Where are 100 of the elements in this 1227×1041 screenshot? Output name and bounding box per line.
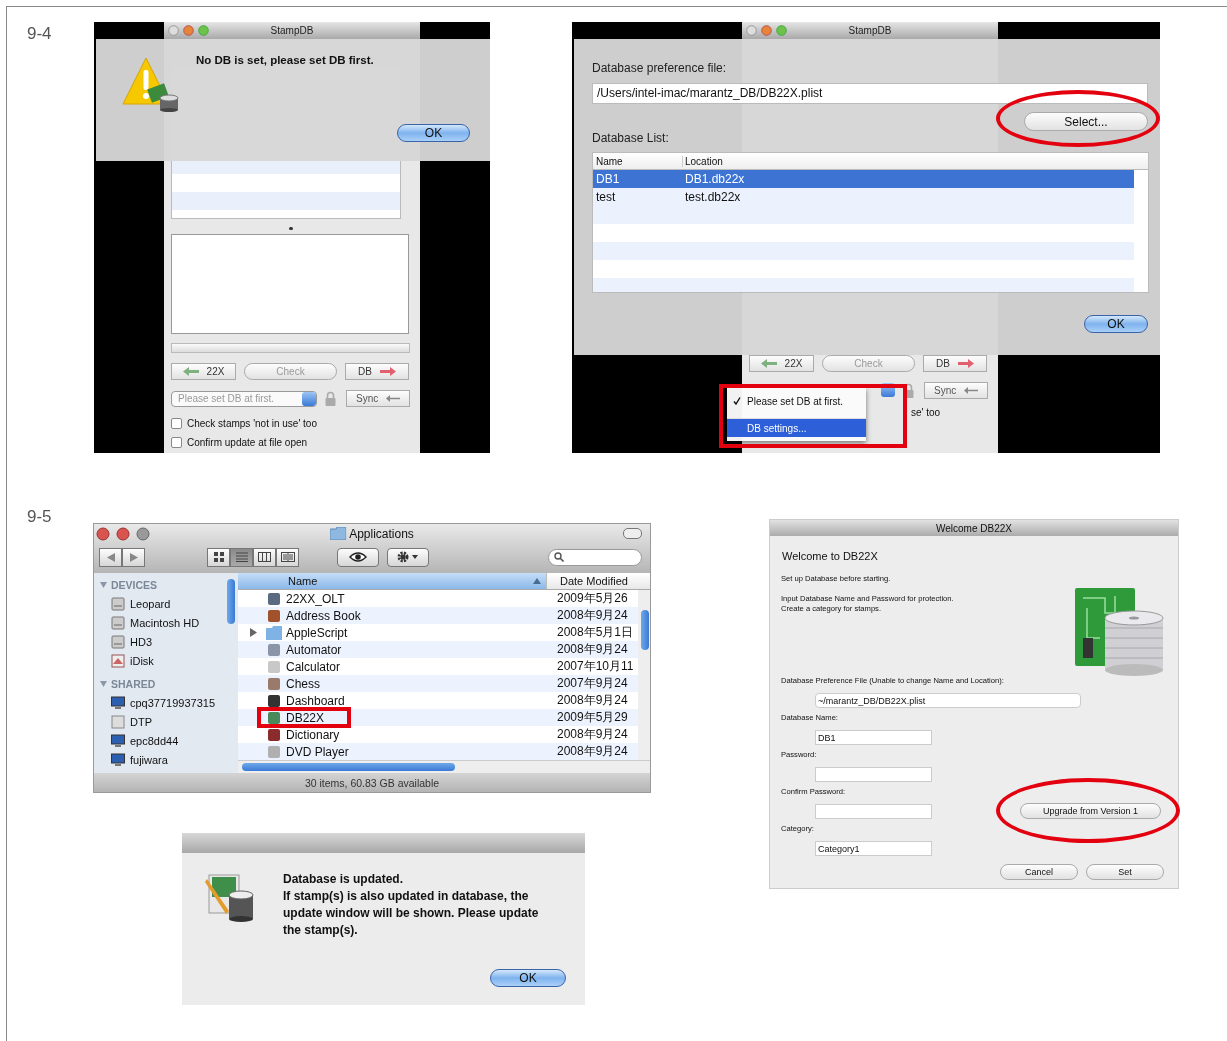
file-name[interactable]: 22XX_OLT bbox=[286, 591, 544, 606]
sidebar-item[interactable]: iDisk bbox=[94, 651, 224, 670]
file-name[interactable]: DB22X bbox=[286, 710, 544, 725]
column-header[interactable]: Location bbox=[683, 155, 723, 167]
table-cell-text: 2007年9月24 bbox=[556, 675, 629, 692]
toolbar-button[interactable]: DB bbox=[923, 355, 987, 372]
checkbox[interactable]: Check stamps 'not in use' too bbox=[171, 416, 410, 431]
left-arrow-icon bbox=[964, 387, 979, 394]
file-row[interactable]: Dictionary 2008年9月24 bbox=[238, 726, 638, 743]
app-icon bbox=[266, 710, 282, 725]
menu-item[interactable]: DB settings... bbox=[727, 418, 866, 437]
view-button[interactable] bbox=[253, 547, 276, 567]
column-header[interactable]: Name bbox=[238, 573, 546, 589]
file-row[interactable]: Address Book 2008年9月24 bbox=[238, 607, 638, 624]
splitter-handle[interactable] bbox=[288, 227, 293, 230]
app-icon bbox=[266, 591, 282, 606]
select-button[interactable]: Select... bbox=[1024, 112, 1148, 131]
file-row[interactable]: Chess 2007年9月24 bbox=[238, 675, 638, 692]
window-controls-icon[interactable] bbox=[168, 25, 212, 36]
scrollbar[interactable] bbox=[224, 573, 238, 773]
disclosure-triangle-icon[interactable] bbox=[100, 681, 107, 687]
status-text: 30 items, 60.83 GB available bbox=[304, 776, 440, 789]
back-button[interactable] bbox=[99, 547, 122, 567]
sidebar-item[interactable]: Leopard bbox=[94, 594, 224, 613]
figure-label: 9-4 bbox=[26, 23, 53, 45]
sidebar-item[interactable]: epc8dd44 bbox=[94, 731, 224, 750]
ok-button[interactable]: OK bbox=[490, 969, 566, 987]
file-name[interactable]: Dictionary bbox=[286, 727, 544, 742]
checkbox[interactable]: Confirm update at file open bbox=[171, 435, 410, 450]
sidebar-item[interactable]: DTP bbox=[94, 712, 224, 731]
toolbar-button[interactable]: 22X bbox=[749, 355, 814, 372]
cover-flow-icon bbox=[280, 552, 295, 562]
dialog-button[interactable]: Cancel bbox=[1000, 864, 1078, 880]
view-button[interactable] bbox=[230, 547, 253, 567]
folder-icon bbox=[330, 527, 347, 540]
file-row[interactable]: Calculator 2007年10月11 bbox=[238, 658, 638, 675]
dialog-message: If stamp(s) is also updated in database, the update window will be shown. Please update the stamp(s). bbox=[283, 888, 540, 939]
ok-button[interactable]: OK bbox=[397, 124, 470, 142]
view-button[interactable] bbox=[276, 547, 299, 567]
file-name[interactable]: Chess bbox=[286, 676, 544, 691]
file-name[interactable]: DVD Player bbox=[286, 744, 544, 759]
file-name[interactable]: AppleScript bbox=[286, 625, 544, 640]
input-field[interactable]: Category1 bbox=[815, 840, 932, 856]
sync-button[interactable]: Sync bbox=[924, 382, 988, 399]
toolbar-toggle-button[interactable] bbox=[623, 528, 642, 539]
sidebar-item[interactable]: Macintosh HD bbox=[94, 613, 224, 632]
app-icon bbox=[266, 676, 282, 691]
file-name[interactable]: Calculator bbox=[286, 659, 544, 674]
forward-button[interactable] bbox=[122, 547, 145, 567]
ok-button[interactable]: OK bbox=[1084, 315, 1148, 333]
action-menu-button[interactable] bbox=[387, 547, 429, 567]
disclosure-triangle-icon[interactable] bbox=[100, 582, 107, 588]
app-icon bbox=[266, 642, 282, 657]
sidebar-item[interactable]: cpq37719937315 bbox=[94, 693, 224, 712]
right-triangle-icon bbox=[129, 552, 138, 562]
input-field[interactable] bbox=[815, 766, 932, 782]
sync-button[interactable]: Sync bbox=[346, 390, 410, 407]
view-button[interactable] bbox=[207, 547, 230, 567]
database-edit-icon bbox=[205, 871, 255, 923]
path-field[interactable]: /Users/intel-imac/marantz_DB/DB22X.plist bbox=[592, 83, 1148, 104]
quick-look-button[interactable] bbox=[337, 547, 379, 567]
window-controls-icon[interactable] bbox=[746, 25, 790, 36]
list-icon bbox=[235, 552, 248, 562]
sidebar-item[interactable]: HD3 bbox=[94, 632, 224, 651]
window-title: StampDB bbox=[270, 25, 314, 36]
table-cell-text: 2008年9月24 bbox=[556, 692, 629, 709]
table-cell-text: DB1 bbox=[595, 172, 621, 186]
left-arrow-icon bbox=[386, 395, 401, 402]
dialog-heading: Database is updated. bbox=[283, 871, 405, 888]
scrollbar[interactable] bbox=[638, 590, 650, 760]
list-label: Database List: bbox=[592, 131, 670, 145]
file-name[interactable]: Address Book bbox=[286, 608, 544, 623]
file-row[interactable]: Automator 2008年9月24 bbox=[238, 641, 638, 658]
column-header[interactable]: Name bbox=[593, 155, 683, 167]
file-row[interactable]: DVD Player 2008年9月24 bbox=[238, 743, 638, 760]
column-header[interactable]: Date Modified bbox=[546, 573, 650, 589]
table-row[interactable]: test test.db22x bbox=[593, 188, 1134, 206]
window-title: Applications bbox=[349, 526, 414, 541]
menu-item[interactable]: Please set DB at first. bbox=[727, 392, 866, 410]
disclosure-triangle-icon[interactable] bbox=[249, 628, 257, 637]
left-arrow-icon bbox=[760, 359, 777, 368]
sidebar-item[interactable]: fujiwara bbox=[94, 750, 224, 769]
search-field[interactable] bbox=[548, 548, 642, 566]
table-cell-text: 2007年10月11 bbox=[556, 658, 635, 675]
scrollbar[interactable] bbox=[238, 760, 650, 773]
input-field[interactable] bbox=[815, 803, 932, 819]
sidebar-heading: DEVICES bbox=[111, 579, 158, 591]
dialog-button[interactable]: Set bbox=[1086, 864, 1164, 880]
toolbar-button[interactable]: 22X bbox=[171, 363, 236, 380]
toolbar-button[interactable]: DB bbox=[345, 363, 409, 380]
file-name[interactable]: Automator bbox=[286, 642, 544, 657]
file-row[interactable]: AppleScript 2008年5月1日 bbox=[238, 624, 638, 641]
input-field[interactable]: ~/marantz_DB/DB22X.plist bbox=[815, 692, 1081, 708]
table-cell-text: 2008年9月24 bbox=[556, 641, 629, 658]
file-name[interactable]: Dashboard bbox=[286, 693, 544, 708]
file-row[interactable]: Dashboard 2008年9月24 bbox=[238, 692, 638, 709]
upgrade-button[interactable]: Upgrade from Version 1 bbox=[1020, 803, 1161, 819]
input-field[interactable]: DB1 bbox=[815, 729, 932, 745]
file-row[interactable]: 22XX_OLT 2009年5月26 bbox=[238, 590, 638, 607]
table-row[interactable]: DB1 DB1.db22x bbox=[593, 170, 1134, 188]
